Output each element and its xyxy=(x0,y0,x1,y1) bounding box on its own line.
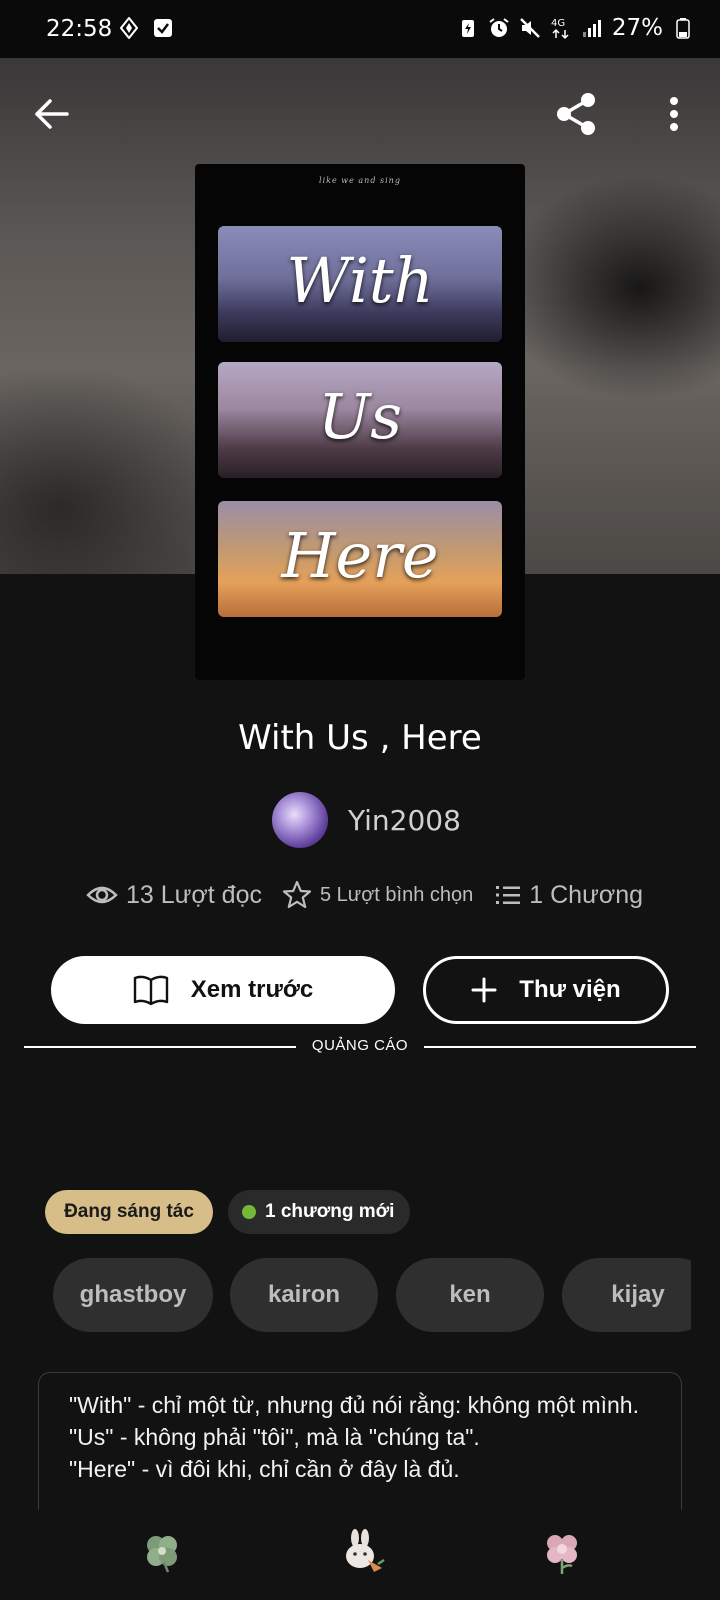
tag-chip[interactable]: kijay xyxy=(562,1258,691,1332)
add-to-library-button[interactable]: Thư viện xyxy=(423,956,669,1024)
description-line: "Us" - không phải "tôi", mà là "chúng ta… xyxy=(69,1424,480,1450)
back-arrow-icon xyxy=(35,99,69,129)
more-vertical-icon xyxy=(670,97,678,131)
chapters-count: 1 Chương xyxy=(529,880,644,909)
description-box[interactable]: "With" - chỉ một từ, nhưng đủ nói rằng: … xyxy=(38,1372,682,1512)
chapters-stat: 1 Chương xyxy=(495,881,643,910)
bunny-nav-icon[interactable] xyxy=(338,1528,386,1576)
battery-icon xyxy=(672,17,694,39)
4g-icon: 4G xyxy=(550,17,572,40)
tag-list: ghastboy kairon ken kijay xyxy=(53,1258,691,1334)
mute-icon xyxy=(519,17,541,39)
new-chapter-label: 1 chương mới xyxy=(265,1201,395,1222)
tag-label: ghastboy xyxy=(79,1281,187,1308)
status-time: 22:58 xyxy=(46,16,113,42)
status-badge-label: Đang sáng tác xyxy=(64,1201,194,1222)
votes-stat: 5 Lượt bình chọn xyxy=(282,880,473,910)
eye-icon xyxy=(86,886,118,904)
checkbox-icon xyxy=(152,17,174,39)
back-button[interactable] xyxy=(28,90,76,138)
author-link[interactable]: Yin2008 xyxy=(272,792,461,848)
votes-count: 5 Lượt bình chọn xyxy=(320,883,474,906)
new-chapter-badge: 1 chương mới xyxy=(228,1190,410,1234)
preview-label: Xem trước xyxy=(190,976,314,1003)
description-line: "With" - chỉ một từ, nhưng đủ nói rằng: … xyxy=(69,1392,639,1418)
flower-nav-icon[interactable] xyxy=(538,1528,586,1576)
status-bar: 22:58 4G 27% xyxy=(0,0,720,58)
battery-saver-icon xyxy=(457,17,479,39)
tag-label: ken xyxy=(449,1281,491,1308)
list-icon xyxy=(496,886,521,904)
avatar[interactable] xyxy=(272,792,328,848)
cover-panel-3: Here xyxy=(218,501,502,617)
tag-label: kijay xyxy=(611,1281,665,1308)
book-stats: 13 Lượt đọc 5 Lượt bình chọn 1 Chương xyxy=(86,880,643,910)
more-options-button[interactable] xyxy=(650,90,698,138)
plus-icon xyxy=(471,977,497,1003)
cover-word-2: Us xyxy=(317,380,403,453)
signal-icon xyxy=(581,17,603,39)
library-label: Thư viện xyxy=(519,976,621,1003)
tag-chip[interactable]: ghastboy xyxy=(53,1258,213,1332)
status-badge: Đang sáng tác xyxy=(45,1190,213,1234)
cover-small-text: like we and sing xyxy=(319,176,401,185)
cover-panel-1: With xyxy=(218,226,502,342)
alarm-icon xyxy=(488,17,510,39)
preview-button[interactable]: Xem trước xyxy=(51,956,395,1024)
tag-chip[interactable]: kairon xyxy=(230,1258,378,1332)
clover-nav-icon[interactable] xyxy=(138,1528,186,1576)
svg-text:4G: 4G xyxy=(551,18,565,29)
book-title: With Us , Here xyxy=(238,718,482,758)
tag-chip[interactable]: ken xyxy=(396,1258,544,1332)
reads-stat: 13 Lượt đọc xyxy=(86,881,262,910)
battery-percent: 27% xyxy=(611,15,663,41)
share-icon xyxy=(557,93,595,135)
description-line: "Here" - vì đôi khi, chỉ cần ở đây là đủ… xyxy=(69,1456,460,1482)
star-icon xyxy=(282,880,312,909)
ad-divider-right xyxy=(424,1046,696,1048)
reads-count: 13 Lượt đọc xyxy=(126,880,262,909)
cover-panel-2: Us xyxy=(218,362,502,478)
tag-label: kairon xyxy=(267,1281,341,1308)
share-button[interactable] xyxy=(552,90,600,138)
cover-word-1: With xyxy=(286,244,434,317)
new-indicator-dot xyxy=(242,1205,256,1219)
diamond-icon xyxy=(118,17,140,39)
book-open-icon xyxy=(133,975,168,1006)
cover-word-3: Here xyxy=(281,519,439,592)
author-name[interactable]: Yin2008 xyxy=(348,804,461,837)
bottom-nav xyxy=(0,1510,720,1600)
book-cover[interactable]: like we and sing With Us Here xyxy=(195,164,525,680)
